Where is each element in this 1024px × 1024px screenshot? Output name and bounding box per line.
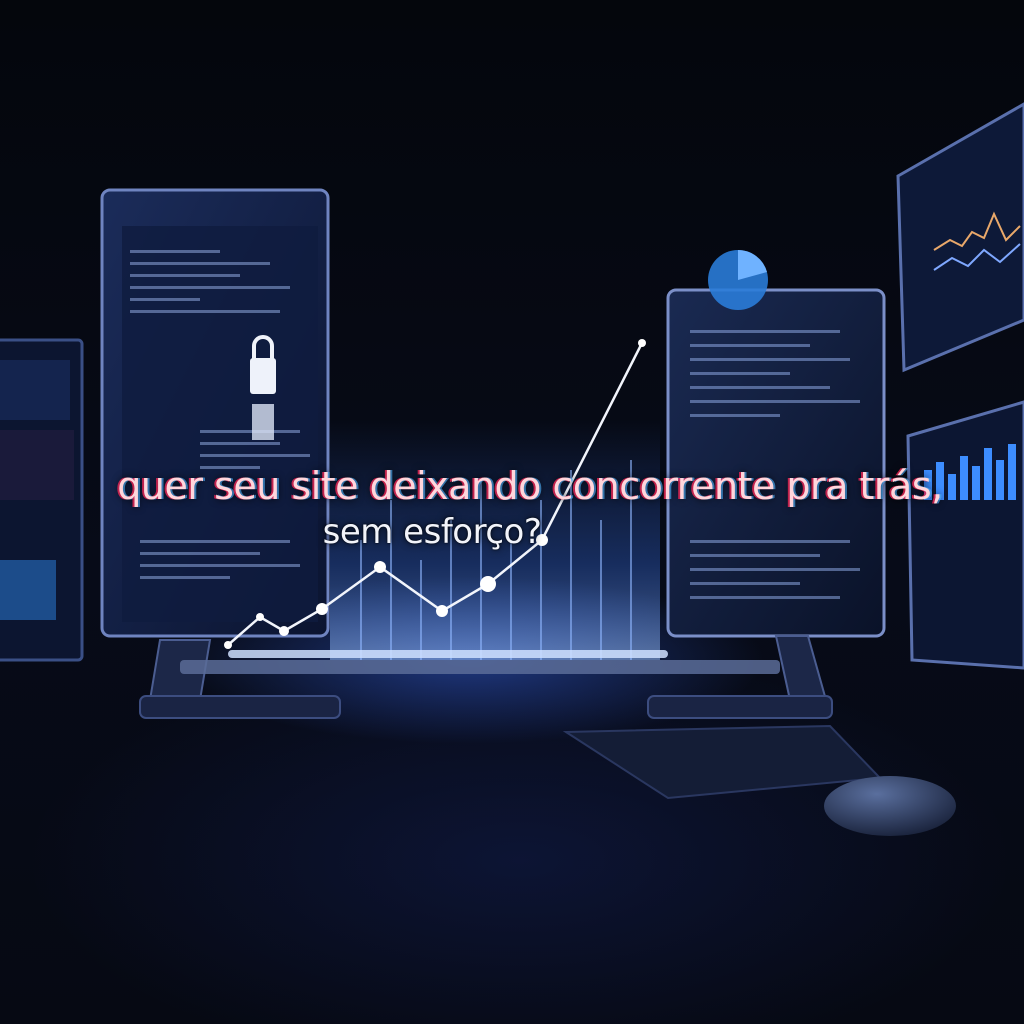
- headline-text-2: sem esforço?: [322, 512, 542, 552]
- far-right-top-monitor: [896, 102, 1024, 373]
- headline-line-1: quer seu site deixando concorrente pra t…: [18, 464, 1024, 508]
- left-monitor: [100, 188, 341, 719]
- pie-chart-icon: [708, 249, 768, 310]
- tech-scene: quer seu site deixando concorrente pra t…: [0, 0, 1024, 1024]
- headline-line-2: sem esforço?: [0, 512, 944, 552]
- computer-mouse-icon: [824, 776, 956, 836]
- keyboard-icon: [180, 660, 883, 800]
- headline-text-1: quer seu site deixando concorrente pra t…: [117, 464, 943, 508]
